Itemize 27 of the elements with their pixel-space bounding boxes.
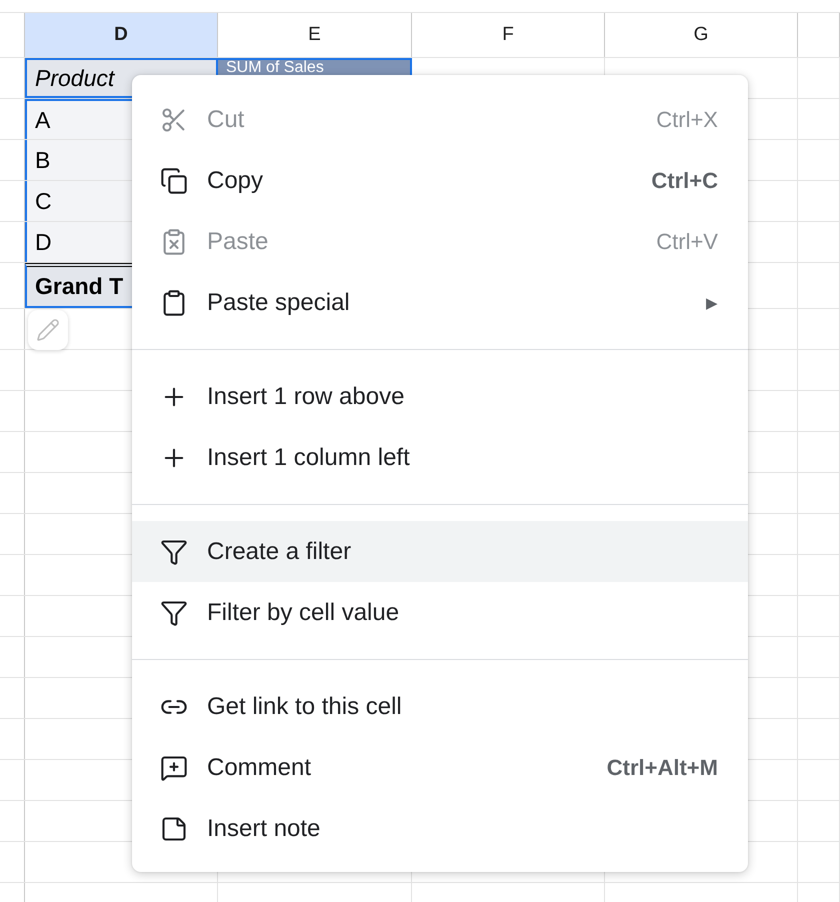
column-header[interactable]: D	[25, 13, 218, 57]
shortcut-label: Ctrl+C	[651, 168, 718, 194]
filter-icon	[160, 538, 188, 566]
shortcut-label: Ctrl+V	[656, 228, 718, 254]
menu-item[interactable]: Insert note	[132, 798, 748, 859]
copy-icon	[160, 166, 188, 194]
menu-item-label: Insert note	[207, 814, 322, 842]
filter-icon	[160, 598, 188, 626]
menu-item[interactable]: Comment Ctrl+Alt+M	[132, 737, 748, 798]
menu-item-label: Filter by cell value	[207, 598, 400, 626]
shortcut-label: Ctrl+X	[656, 106, 718, 132]
edit-button[interactable]	[28, 310, 68, 350]
menu-item[interactable]: Create a filter	[132, 521, 748, 582]
menu-item-label: Create a filter	[207, 538, 352, 566]
pencil-icon	[36, 318, 60, 342]
menu-item[interactable]: Insert 1 column left	[132, 427, 748, 488]
menu-item-label: Insert 1 column left	[207, 444, 411, 472]
menu-item[interactable]: Get link to this cell	[132, 676, 748, 737]
menu-item[interactable]: Filter by cell value	[132, 582, 748, 643]
menu-item-label: Insert 1 row above	[207, 382, 406, 410]
comment-icon	[160, 754, 188, 782]
menu-item[interactable]: Insert 1 row above	[132, 366, 748, 427]
shortcut-label: Ctrl+Alt+M	[606, 754, 718, 780]
menu-item-label: Comment	[207, 754, 312, 782]
menu-item-label: Get link to this cell	[207, 692, 403, 720]
submenu-arrow: ▶	[706, 294, 718, 312]
note-icon	[160, 814, 188, 842]
